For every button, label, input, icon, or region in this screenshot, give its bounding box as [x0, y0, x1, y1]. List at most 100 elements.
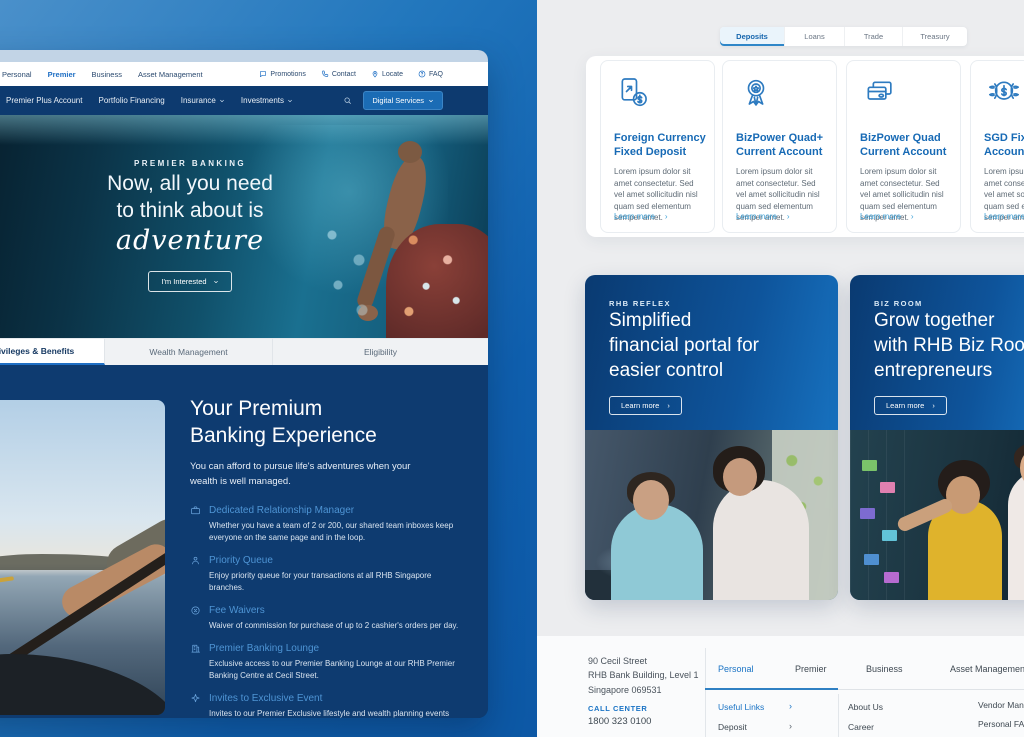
footer-active-underline — [705, 688, 838, 690]
benefit-title[interactable]: Priority Queue — [209, 555, 273, 566]
site-footer: 90 Cecil Street RHB Bank Building, Level… — [537, 636, 1024, 737]
experience-copy: Your Premium Banking Experience You can … — [190, 395, 468, 718]
chevron-right-icon: › — [911, 212, 914, 221]
promo-heading-line3: easier control — [609, 358, 838, 383]
chevron-right-icon[interactable]: › — [789, 701, 792, 711]
photo-two-women-reviewing-screen — [585, 430, 838, 600]
benefit-description: Enjoy priority queue for your transactio… — [209, 570, 461, 594]
nav-item-asset-management[interactable]: Asset Management — [138, 70, 203, 79]
call-center-phone[interactable]: 1800 323 0100 — [588, 716, 651, 727]
hero-eyebrow: PREMIER BANKING — [60, 159, 320, 168]
card-foreign-currency-fixed-deposit[interactable]: Foreign Currency Fixed Deposit Lorem ips… — [600, 60, 715, 233]
learn-more-button[interactable]: Learn more› — [874, 396, 947, 415]
card-bizpower-quad-plus[interactable]: BizPower Quad+ Current Account Lorem ips… — [722, 60, 837, 233]
map-pin-icon — [371, 70, 379, 78]
learn-more-link[interactable]: Learn more› — [984, 212, 1024, 221]
footer-address: 90 Cecil Street RHB Bank Building, Level… — [588, 654, 699, 697]
benefit-title[interactable]: Dedicated Relationship Manager — [209, 505, 354, 516]
footer-useful-links[interactable]: Useful Links — [718, 702, 764, 712]
chevron-down-icon — [428, 98, 434, 104]
im-interested-label: I'm Interested — [161, 277, 206, 286]
experience-subheading: You can afford to pursue life's adventur… — [190, 460, 422, 489]
nav-item-personal[interactable]: Personal — [2, 70, 32, 79]
benefit-description: Waiver of commission for purchase of up … — [209, 620, 461, 632]
nav-item-business[interactable]: Business — [92, 70, 122, 79]
nav-investments-dropdown[interactable]: Investments — [241, 96, 293, 105]
tab-eligibility[interactable]: Eligibility — [273, 338, 488, 365]
tab-wealth-management[interactable]: Wealth Management — [105, 338, 273, 365]
benefits-list: Dedicated Relationship Manager Whether y… — [190, 505, 468, 718]
promo-rhb-reflex: RHB REFLEX Simplified financial portal f… — [585, 275, 838, 600]
benefit-description: Whether you have a team of 2 or 200, our… — [209, 520, 461, 544]
left-blue-backdrop: Personal Premier Business Asset Manageme… — [0, 0, 537, 737]
footer-personal-faqs-link[interactable]: Personal FAQs — [978, 719, 1024, 729]
card-title-line2: Current Account — [736, 145, 823, 159]
benefit-title[interactable]: Premier Banking Lounge — [209, 643, 319, 654]
tab-treasury[interactable]: Treasury — [902, 27, 967, 46]
benefit-invites-exclusive-event: Invites to Exclusive Event Invites to ou… — [190, 693, 468, 718]
contact-label: Contact — [332, 71, 356, 78]
promotions-link[interactable]: Promotions — [259, 70, 305, 78]
promo-heading-line1: Simplified — [609, 308, 838, 333]
call-center-label: CALL CENTER — [588, 704, 647, 713]
footer-divider — [838, 689, 1024, 690]
footer-nav-asset-management[interactable]: Asset Management — [950, 664, 1024, 674]
benefit-title[interactable]: Invites to Exclusive Event — [209, 693, 322, 704]
tab-loans[interactable]: Loans — [784, 27, 844, 46]
primary-nav: Personal Premier Business Asset Manageme… — [0, 62, 488, 86]
promo-eyebrow: BIZ ROOM — [874, 299, 1024, 308]
search-icon[interactable] — [343, 96, 352, 105]
footer-deposit-link[interactable]: Deposit — [718, 722, 747, 732]
design-showcase-canvas: Personal Premier Business Asset Manageme… — [0, 0, 1024, 737]
promo-heading-line1: Grow together — [874, 308, 1024, 333]
nav-item-premier[interactable]: Premier — [48, 70, 76, 79]
hero-headline-line2: to think about is — [60, 197, 320, 224]
card-bizpower-quad[interactable]: BizPower Quad Current Account Lorem ipsu… — [846, 60, 961, 233]
faq-link[interactable]: FAQ — [418, 70, 443, 78]
learn-more-button[interactable]: Learn more› — [609, 396, 682, 415]
learn-more-link[interactable]: Learn more› — [614, 212, 668, 221]
hero-headline-line1: Now, all you need — [60, 170, 320, 197]
chevron-right-icon[interactable]: › — [789, 721, 792, 731]
nav-premier-plus-account[interactable]: Premier Plus Account — [6, 96, 82, 105]
footer-vendor-management-link[interactable]: Vendor Management — [978, 700, 1024, 710]
chevron-down-icon — [219, 98, 225, 104]
card-sgd-fixed-deposit[interactable]: SGD Fixed Deposit Account Lorem ipsum do… — [970, 60, 1024, 233]
locate-label: Locate — [382, 71, 403, 78]
nav-portfolio-financing[interactable]: Portfolio Financing — [98, 96, 164, 105]
footer-nav-business[interactable]: Business — [866, 664, 903, 674]
address-line3: Singapore 069531 — [588, 683, 699, 697]
im-interested-button[interactable]: I'm Interested — [148, 271, 231, 292]
tab-deposits[interactable]: Deposits — [720, 27, 784, 46]
card-title-line1: Foreign Currency — [614, 131, 701, 145]
benefit-priority-queue: Priority Queue Enjoy priority queue for … — [190, 555, 468, 594]
photo-entrepreneurs-glass-wall — [850, 430, 1024, 600]
card-title-line2: Fixed Deposit — [614, 145, 701, 159]
contact-link[interactable]: Contact — [321, 70, 356, 78]
tab-trade[interactable]: Trade — [844, 27, 902, 46]
promo-eyebrow: RHB REFLEX — [609, 299, 838, 308]
tab-privileges-benefits[interactable]: Privileges & Benefits — [0, 338, 105, 365]
learn-more-link[interactable]: Learn more› — [860, 212, 914, 221]
utility-nav: Promotions Contact Locate FAQ — [259, 62, 443, 86]
digital-services-button[interactable]: Digital Services — [363, 91, 443, 110]
footer-about-us-link[interactable]: About Us — [848, 702, 883, 712]
footer-nav-personal[interactable]: Personal — [718, 664, 754, 674]
learn-more-link[interactable]: Learn more› — [736, 212, 790, 221]
card-title-line2: Account — [984, 145, 1024, 159]
footer-nav-premier[interactable]: Premier — [795, 664, 827, 674]
document-dollar-icon — [614, 74, 654, 114]
address-line1: 90 Cecil Street — [588, 654, 699, 668]
locate-link[interactable]: Locate — [371, 70, 403, 78]
benefit-title[interactable]: Fee Waivers — [209, 605, 265, 616]
benefit-description: Invites to our Premier Exclusive lifesty… — [209, 708, 461, 718]
nav-insurance-dropdown[interactable]: Insurance — [181, 96, 225, 105]
footer-career-link[interactable]: Career — [848, 722, 874, 732]
secondary-nav: Premier Plus Account Portfolio Financing… — [0, 86, 488, 115]
footer-divider — [705, 648, 706, 737]
chevron-down-icon — [287, 98, 293, 104]
promo-heading-line2: with RHB Biz Room — [874, 333, 1024, 358]
sparkle-icon — [190, 693, 201, 704]
faq-label: FAQ — [429, 71, 443, 78]
phone-icon — [321, 70, 329, 78]
